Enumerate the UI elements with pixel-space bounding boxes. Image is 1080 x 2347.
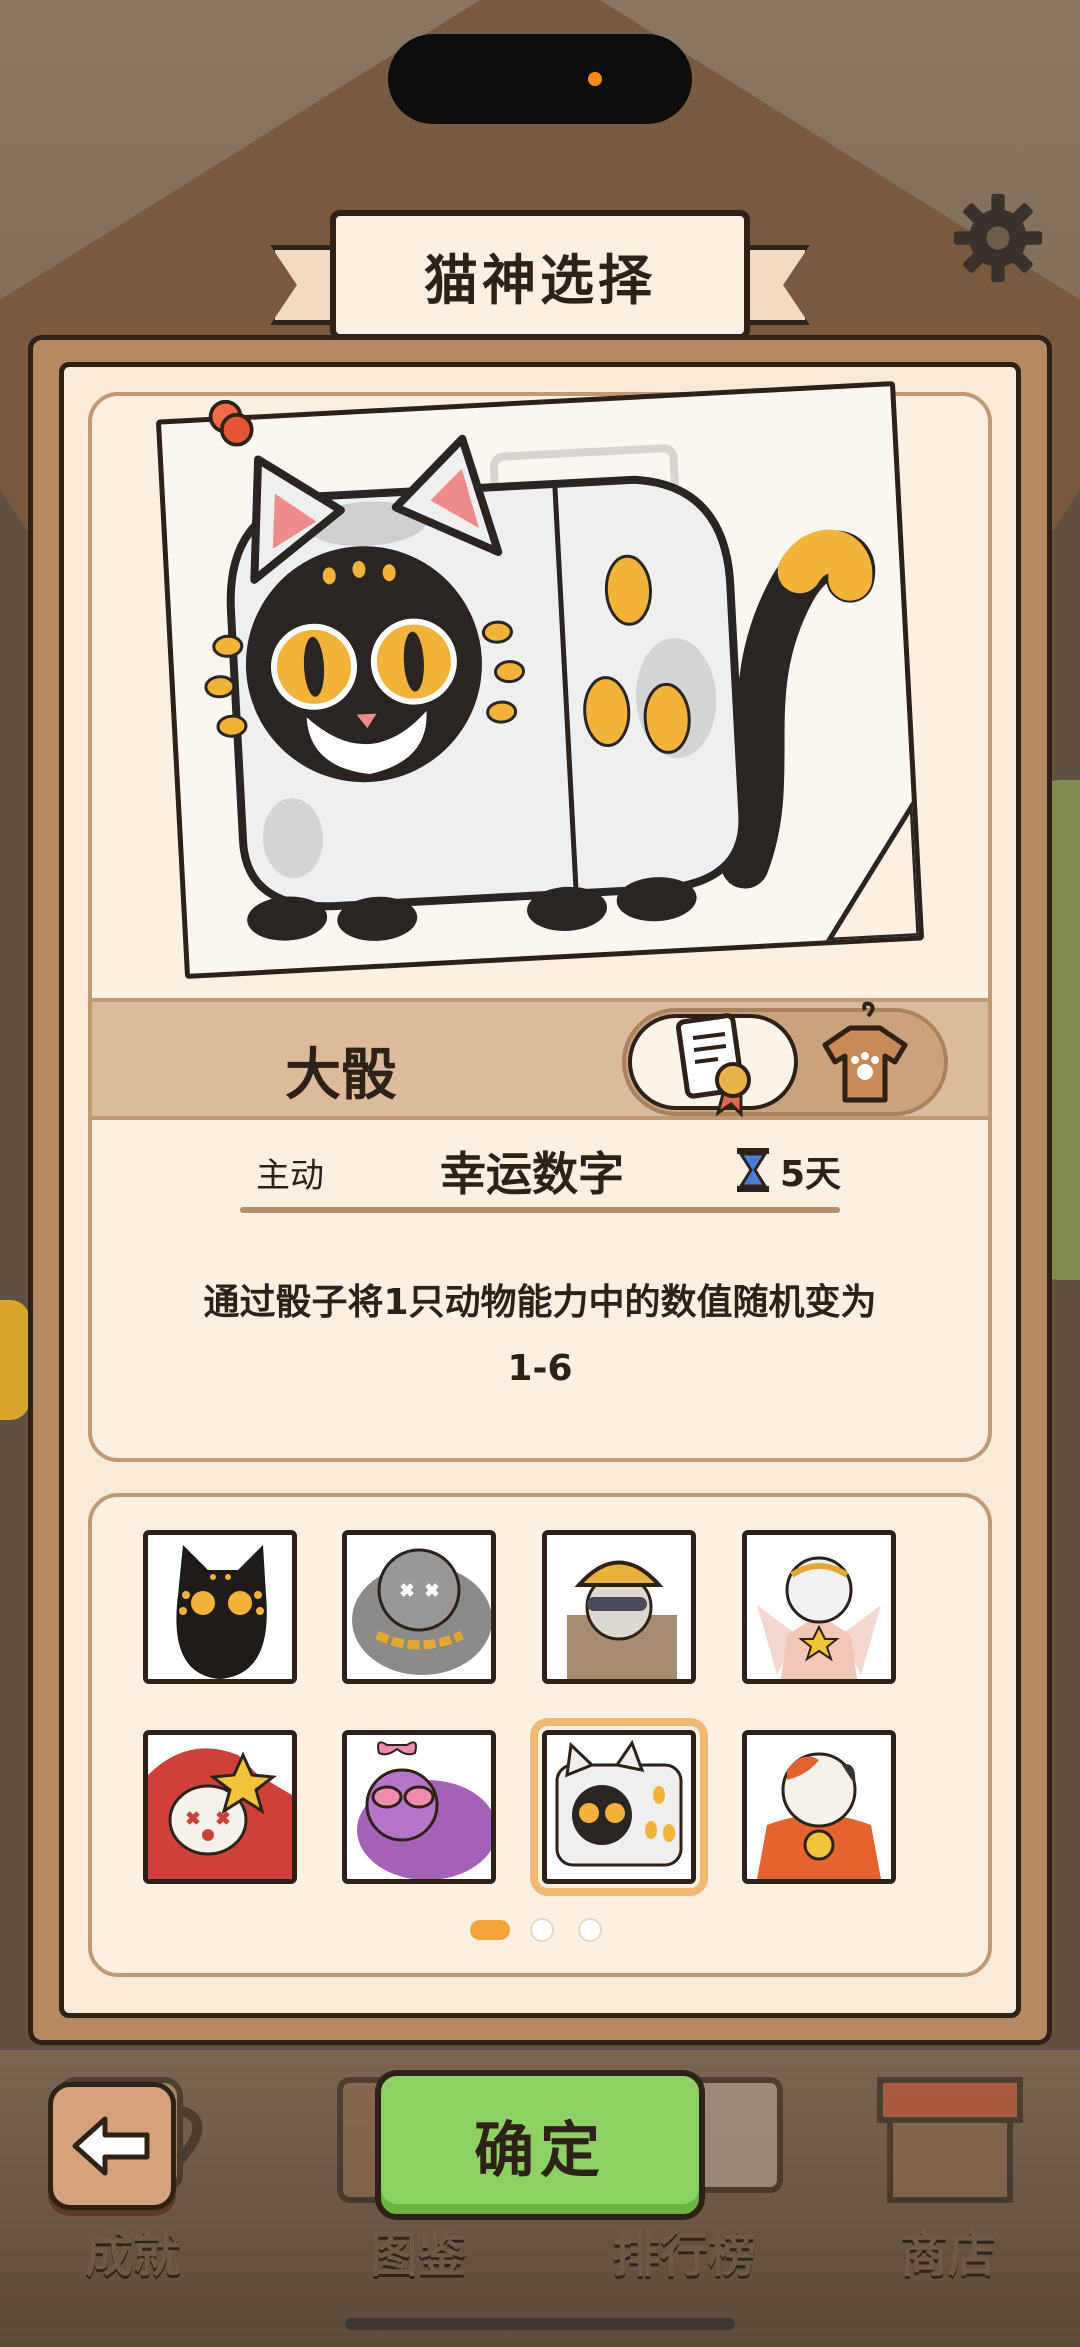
cat-thumb-lucky-calico[interactable] — [742, 1730, 896, 1884]
clown-cat-portrait — [148, 1735, 292, 1879]
star-angel-cat-portrait — [747, 1535, 891, 1679]
purple-sunglasses-cat-portrait — [347, 1735, 491, 1879]
lucky-calico-cat-portrait — [747, 1735, 891, 1879]
cat-thumb-miner[interactable] — [542, 1530, 696, 1684]
nav-shop[interactable]: 商店 — [900, 2215, 996, 2285]
duration-text: 5天 — [780, 1154, 842, 1195]
shop-stall-icon — [877, 2077, 1023, 2203]
cat-thumb-black[interactable] — [143, 1530, 297, 1684]
banner-plate: 猫神选择 — [330, 210, 750, 340]
skill-type: 主动 — [256, 1156, 324, 1196]
skill-divider — [240, 1207, 840, 1213]
back-arrow-icon — [72, 2116, 150, 2176]
confirm-label: 确定 — [474, 2115, 606, 2186]
nav-collection[interactable]: 图鉴 — [370, 2215, 466, 2285]
confirm-button[interactable]: 确定 — [375, 2070, 705, 2220]
cat-thumb-clown[interactable] — [143, 1730, 297, 1884]
hourglass-icon — [737, 1148, 769, 1192]
cat-photo-frame — [155, 381, 925, 979]
dice-cat-portrait — [547, 1735, 691, 1879]
title-banner: 猫神选择 — [270, 205, 810, 353]
cat-thumb-dice-selected[interactable] — [530, 1718, 708, 1896]
camera-indicator — [588, 72, 602, 86]
cat-thumb-gray-chain[interactable] — [342, 1530, 496, 1684]
coins-decoration — [0, 1300, 30, 1420]
nav-achievements[interactable]: 成就 — [85, 2215, 181, 2285]
pushpin-icon — [208, 399, 254, 447]
miner-helmet-cat-portrait — [547, 1535, 691, 1679]
cat-thumb-star-angel[interactable] — [742, 1530, 896, 1684]
dice-cat-illustration — [204, 434, 922, 943]
back-button[interactable] — [48, 2082, 176, 2210]
gear-icon[interactable] — [950, 190, 1046, 286]
skill-name: 幸运数字 — [440, 1147, 624, 1201]
skill-description: 通过骰子将1只动物能力中的数值随机变为1-6 — [203, 1282, 877, 1389]
cat-name: 大骰 — [285, 1043, 397, 1108]
certificate-icon[interactable] — [663, 1008, 763, 1118]
black-cat-portrait — [148, 1535, 292, 1679]
page-title: 猫神选择 — [424, 248, 656, 312]
cat-thumb-purple-sunglasses[interactable] — [342, 1730, 496, 1884]
home-indicator[interactable] — [345, 2318, 735, 2330]
page-dot-1[interactable] — [470, 1920, 510, 1940]
nav-leaderboard[interactable]: 排行榜 — [612, 2215, 756, 2285]
page-dot-3[interactable] — [580, 1920, 600, 1940]
page-indicator — [470, 1920, 620, 1944]
camera-notch — [388, 34, 692, 124]
page-dot-2[interactable] — [532, 1920, 552, 1940]
outfit-icon[interactable] — [810, 1000, 920, 1120]
gray-chain-cat-portrait — [347, 1535, 491, 1679]
